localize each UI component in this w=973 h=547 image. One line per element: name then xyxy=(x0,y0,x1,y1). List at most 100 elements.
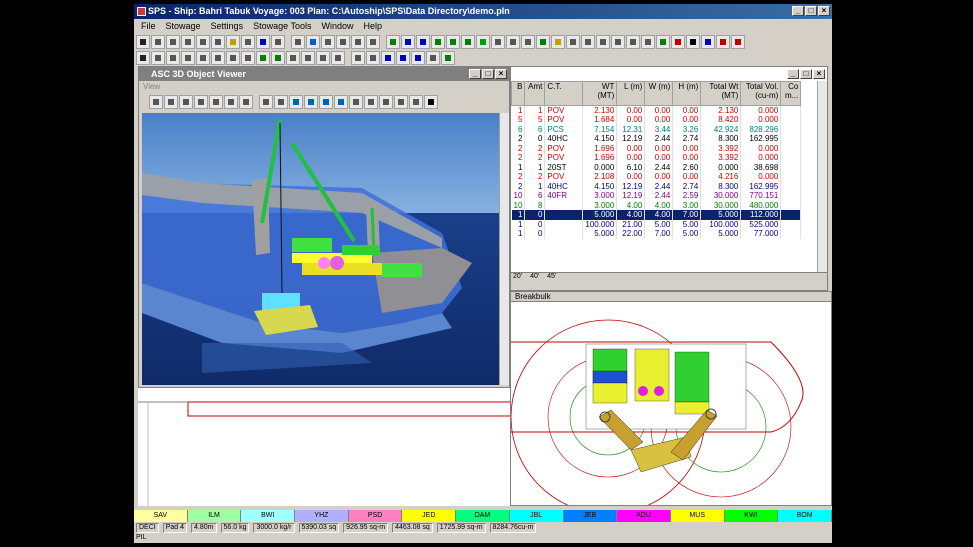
zoom-out-icon[interactable] xyxy=(164,95,178,109)
eye-icon[interactable] xyxy=(259,95,273,109)
pan-icon[interactable] xyxy=(224,95,238,109)
col-comment[interactable]: Co m... xyxy=(780,81,802,106)
move-icon[interactable] xyxy=(181,51,195,65)
block2-icon[interactable] xyxy=(461,35,475,49)
tier-icon[interactable] xyxy=(316,51,330,65)
table-row[interactable]: 6 6 PCS 7.154 12.31 3.44 3.26 42.924 828.296 xyxy=(511,124,802,134)
print-icon[interactable] xyxy=(306,35,320,49)
port-ilm[interactable]: ILM xyxy=(187,510,242,522)
rotate-view-icon[interactable] xyxy=(411,51,425,65)
copy-icon[interactable] xyxy=(196,51,210,65)
table-row[interactable]: 1 1 20ST 0.000 6.10 2.44 2.60 0.000 38.698 xyxy=(511,162,802,172)
hatch2-icon[interactable] xyxy=(331,51,345,65)
view-icon[interactable] xyxy=(656,35,670,49)
view-side-icon[interactable] xyxy=(304,95,318,109)
table-row[interactable]: 2 0 40HC 4.150 12.19 2.44 2.74 8.300 162.995 xyxy=(511,134,802,144)
row-icon[interactable] xyxy=(301,51,315,65)
viewer-minimize-button[interactable]: _ xyxy=(469,69,481,79)
nav-left-icon[interactable] xyxy=(351,51,365,65)
zoom-in-icon[interactable] xyxy=(611,35,625,49)
delete-icon[interactable] xyxy=(226,51,240,65)
lighting-icon[interactable] xyxy=(379,95,393,109)
port-psd[interactable]: PSD xyxy=(348,510,403,522)
table-row[interactable]: 10 8 3.000 4.00 4.00 3.00 30.000 480.000 xyxy=(511,200,802,210)
grid-green-icon[interactable] xyxy=(431,35,445,49)
stop-icon[interactable] xyxy=(716,35,730,49)
nav-down-icon[interactable] xyxy=(396,51,410,65)
boat-icon[interactable] xyxy=(566,35,580,49)
table-icon[interactable] xyxy=(336,35,350,49)
clock-icon[interactable] xyxy=(151,35,165,49)
green-box-icon[interactable] xyxy=(476,35,490,49)
menu-stowage-tools[interactable]: Stowage Tools xyxy=(248,21,316,31)
minimize-button[interactable]: _ xyxy=(792,6,804,16)
wireframe-icon[interactable] xyxy=(349,95,363,109)
grid-icon[interactable] xyxy=(136,35,150,49)
menu-stowage[interactable]: Stowage xyxy=(161,21,206,31)
viewer-menu-view[interactable]: View xyxy=(139,81,509,93)
col-total-vol[interactable]: Total Vol. (cu-m) xyxy=(740,81,782,106)
table-row[interactable]: 1 0 100.000 21.00 5.00 5.00 100.000 525.000 xyxy=(511,219,802,229)
deck-icon[interactable] xyxy=(256,51,270,65)
bay-icon[interactable] xyxy=(286,51,300,65)
menu-help[interactable]: Help xyxy=(358,21,387,31)
port-bom[interactable]: BOM xyxy=(778,510,832,522)
view-top-icon[interactable] xyxy=(319,95,333,109)
menu-window[interactable]: Window xyxy=(316,21,358,31)
viewer-close-button[interactable]: × xyxy=(495,69,507,79)
view-iso-icon[interactable] xyxy=(334,95,348,109)
col-total-wt[interactable]: Total Wt (MT) xyxy=(700,81,742,106)
container-icon[interactable] xyxy=(386,35,400,49)
port-mus[interactable]: MUS xyxy=(670,510,725,522)
list-icon[interactable] xyxy=(321,35,335,49)
col-h[interactable]: H (m) xyxy=(672,81,702,106)
cube3-icon[interactable] xyxy=(521,35,535,49)
zoom-in-icon[interactable] xyxy=(149,95,163,109)
shaded-icon[interactable] xyxy=(364,95,378,109)
port-bwi[interactable]: BWI xyxy=(241,510,296,522)
col-w[interactable]: W (m) xyxy=(644,81,674,106)
port-dam[interactable]: DAM xyxy=(456,510,510,522)
port-jbl[interactable]: JBL xyxy=(509,510,564,522)
anchor-icon[interactable] xyxy=(581,35,595,49)
pointer-icon[interactable] xyxy=(424,95,438,109)
ship-outline-icon[interactable] xyxy=(441,51,455,65)
table-row[interactable]: 1 0 5.000 4.00 4.00 7.00 5.000 112.000 xyxy=(511,210,802,220)
table-row[interactable]: 1 0 5.000 22.00 7.00 5.00 5.000 77.000 xyxy=(511,229,802,239)
paste-icon[interactable] xyxy=(211,51,225,65)
menu-settings[interactable]: Settings xyxy=(206,21,249,31)
settings-icon[interactable] xyxy=(409,95,423,109)
viewer-scrollbar[interactable] xyxy=(499,113,509,385)
col-wt[interactable]: WT (MT) xyxy=(582,81,618,106)
table-row[interactable]: 5 5 POV 1.684 0.00 0.00 0.00 8.420 0.000 xyxy=(511,115,802,125)
hatch-icon[interactable] xyxy=(136,51,150,65)
hold-icon[interactable] xyxy=(271,51,285,65)
arrow-icon[interactable] xyxy=(151,51,165,65)
grid-scrollbar[interactable] xyxy=(817,81,827,273)
col-l[interactable]: L (m) xyxy=(616,81,646,106)
port-yhz[interactable]: YHZ xyxy=(295,510,349,522)
zoom-out-icon[interactable] xyxy=(626,35,640,49)
zoom-all-icon[interactable] xyxy=(194,95,208,109)
close-button[interactable]: × xyxy=(818,6,830,16)
table-row[interactable]: 2 1 40HC 4.150 12.19 2.44 2.74 8.300 162.995 xyxy=(511,181,802,191)
zoom-extents-icon[interactable] xyxy=(209,95,223,109)
camera-icon[interactable] xyxy=(274,95,288,109)
table-row[interactable]: 2 2 POV 1.696 0.00 0.00 0.00 3.392 0.000 xyxy=(511,143,802,153)
3d-ship-render[interactable] xyxy=(142,113,499,385)
zoom-window-icon[interactable] xyxy=(179,95,193,109)
col-amt[interactable]: Amt xyxy=(524,81,546,106)
undo-icon[interactable] xyxy=(256,35,270,49)
port-kwi[interactable]: KWI xyxy=(724,510,779,522)
orbit-icon[interactable] xyxy=(239,95,253,109)
fit-icon[interactable] xyxy=(641,35,655,49)
port-jeb[interactable]: JEB xyxy=(563,510,618,522)
window-icon[interactable] xyxy=(701,35,715,49)
export-icon[interactable] xyxy=(394,95,408,109)
col-b[interactable]: B xyxy=(511,81,526,106)
lines-icon[interactable] xyxy=(351,35,365,49)
grid-minimize-button[interactable]: _ xyxy=(787,69,799,79)
port-jed[interactable]: JED xyxy=(402,510,457,522)
block-icon[interactable] xyxy=(446,35,460,49)
menu-file[interactable]: File xyxy=(136,21,161,31)
